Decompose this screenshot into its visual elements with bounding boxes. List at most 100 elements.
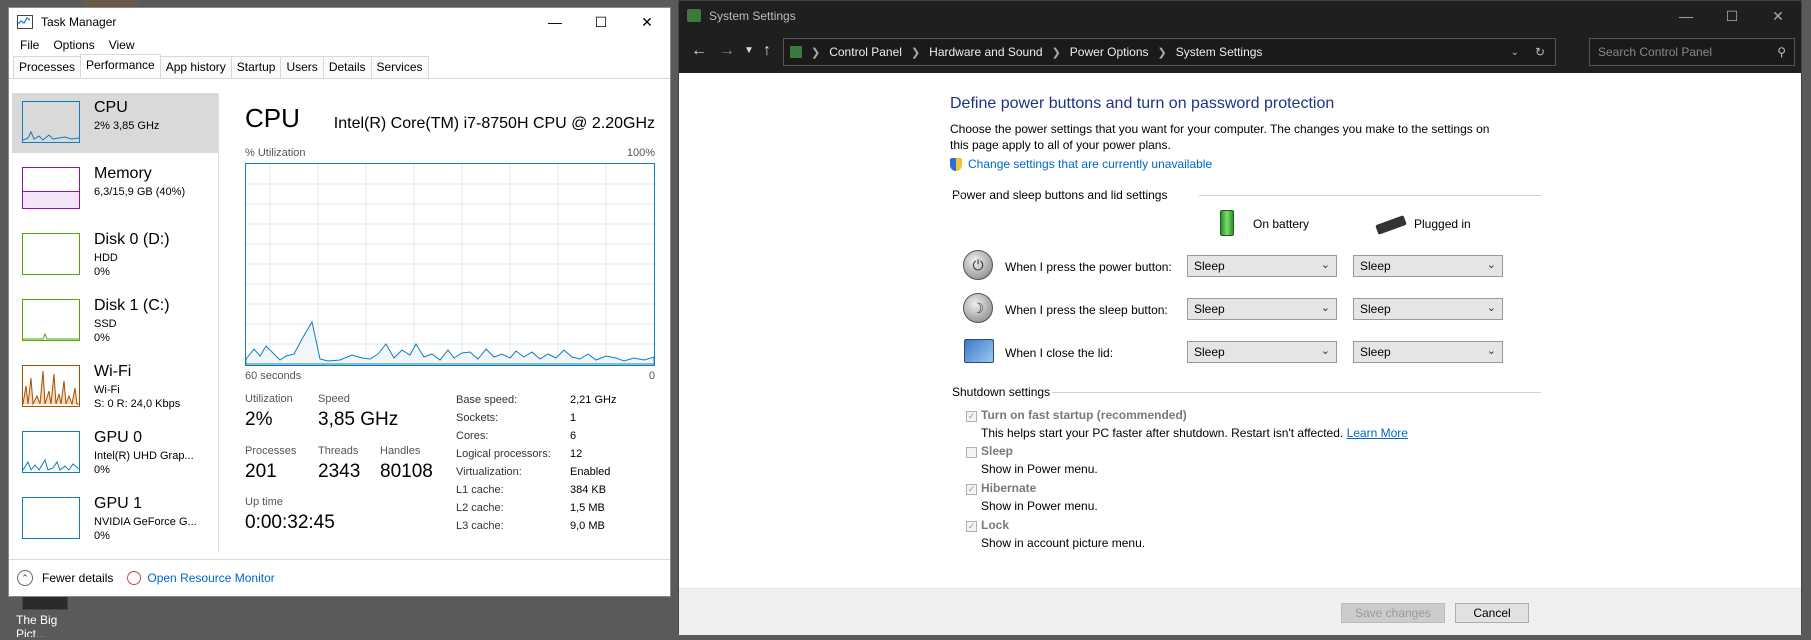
close-icon[interactable]: ✕ xyxy=(1755,1,1801,31)
menu-options[interactable]: Options xyxy=(46,36,101,56)
cancel-button[interactable]: Cancel xyxy=(1455,603,1529,623)
select-value: Sleep xyxy=(1360,345,1391,359)
fast-startup-label: Turn on fast startup (recommended) xyxy=(981,408,1187,422)
tab-services[interactable]: Services xyxy=(370,56,429,78)
processes-value: 201 xyxy=(245,461,277,482)
menu-view[interactable]: View xyxy=(102,36,142,56)
fast-startup-checkbox[interactable]: ✓ xyxy=(966,411,977,422)
breadcrumb-chevron-icon[interactable]: ❯ xyxy=(811,46,820,59)
resource-list: CPU 2% 3,85 GHz Memory 6,3/15,9 GB (40%)… xyxy=(12,93,218,555)
up-arrow-icon[interactable]: ↑ xyxy=(763,42,771,60)
breadcrumb-power-options[interactable]: Power Options xyxy=(1070,45,1149,59)
close-icon[interactable]: ✕ xyxy=(624,8,670,36)
chevron-up-icon[interactable]: ⌃ xyxy=(17,570,33,586)
tab-performance[interactable]: Performance xyxy=(80,54,161,78)
hibernate-checkbox[interactable]: ✓ xyxy=(966,484,977,495)
breadcrumb-hardware-and-sound[interactable]: Hardware and Sound xyxy=(929,45,1042,59)
save-changes-button[interactable]: Save changes xyxy=(1341,603,1445,623)
menu-file[interactable]: File xyxy=(13,36,46,56)
tm-menubar: File Options View xyxy=(9,36,670,56)
page-description: Choose the power settings that you want … xyxy=(950,122,1490,152)
resource-name: Memory xyxy=(94,165,152,182)
lock-checkbox[interactable]: ✓ xyxy=(966,521,977,532)
sleep-button-icon: ☽ xyxy=(963,293,993,323)
power-button-icon: ⏻ xyxy=(963,250,993,280)
task-manager-window: Task Manager — ☐ ✕ File Options View Pro… xyxy=(8,7,671,597)
chevron-down-icon: ⌄ xyxy=(1320,345,1330,357)
memory-sparkline xyxy=(22,167,80,209)
close-lid-plugged-select[interactable]: Sleep ⌄ xyxy=(1353,341,1503,363)
lock-option-label: Lock xyxy=(981,518,1010,532)
minimize-icon[interactable]: — xyxy=(1663,1,1709,31)
resource-detail-2: 0% xyxy=(94,266,110,278)
breadcrumb-system-settings[interactable]: System Settings xyxy=(1176,45,1263,59)
ss-titlebar[interactable]: System Settings — ☐ ✕ xyxy=(679,1,1801,31)
search-icon[interactable]: ⚲ xyxy=(1777,45,1786,59)
ss-navbar: ← → ▼ ↑ ❯ Control Panel ❯ Hardware and S… xyxy=(679,31,1801,73)
resource-gpu-0[interactable]: GPU 0 Intel(R) UHD Grap... 0% xyxy=(12,423,218,483)
open-resource-monitor-link[interactable]: Open Resource Monitor xyxy=(147,571,274,585)
detail-title: CPU xyxy=(245,103,300,133)
resource-name: Disk 0 (D:) xyxy=(94,231,170,248)
spec-key: Logical processors: xyxy=(456,448,551,460)
select-value: Sleep xyxy=(1360,302,1391,316)
pane-divider[interactable] xyxy=(218,93,219,553)
minimize-icon[interactable]: — xyxy=(532,8,578,36)
tab-details[interactable]: Details xyxy=(322,56,372,78)
back-arrow-icon[interactable]: ← xyxy=(691,42,707,60)
resource-cpu[interactable]: CPU 2% 3,85 GHz xyxy=(12,93,218,153)
disk0-sparkline xyxy=(22,233,80,275)
refresh-icon[interactable]: ↻ xyxy=(1535,45,1545,59)
maximize-icon[interactable]: ☐ xyxy=(1709,1,1755,31)
sleep-button-battery-select[interactable]: Sleep ⌄ xyxy=(1187,298,1337,320)
spec-key: Base speed: xyxy=(456,394,518,406)
tab-startup[interactable]: Startup xyxy=(230,56,282,78)
resource-detail-2: 0% xyxy=(94,332,110,344)
breadcrumb-chevron-icon[interactable]: ❯ xyxy=(1158,46,1167,59)
search-input[interactable]: Search Control Panel ⚲ xyxy=(1589,38,1795,66)
gpu0-sparkline xyxy=(22,431,80,473)
recent-dropdown-icon[interactable]: ▼ xyxy=(744,45,754,56)
breadcrumb-chevron-icon[interactable]: ❯ xyxy=(911,46,920,59)
spec-value: 2,21 GHz xyxy=(570,394,617,406)
maximize-icon[interactable]: ☐ xyxy=(578,8,624,36)
close-lid-battery-select[interactable]: Sleep ⌄ xyxy=(1187,341,1337,363)
tm-tabs: Processes Performance App history Startu… xyxy=(9,54,670,79)
power-button-plugged-select[interactable]: Sleep ⌄ xyxy=(1353,255,1503,277)
threads-label: Threads xyxy=(318,445,359,457)
sleep-button-plugged-select[interactable]: Sleep ⌄ xyxy=(1353,298,1503,320)
sleep-checkbox[interactable] xyxy=(966,447,977,458)
tab-processes[interactable]: Processes xyxy=(13,56,82,78)
resource-detail: Wi-Fi xyxy=(94,384,120,396)
forward-arrow-icon[interactable]: → xyxy=(719,42,735,60)
resource-disk-1[interactable]: Disk 1 (C:) SSD 0% xyxy=(12,291,218,351)
tab-app-history[interactable]: App history xyxy=(159,56,232,78)
uptime-value: 0:00:32:45 xyxy=(245,512,335,533)
tab-users[interactable]: Users xyxy=(280,56,324,78)
breadcrumb-chevron-icon[interactable]: ❯ xyxy=(1052,46,1061,59)
disk1-sparkline xyxy=(22,299,80,341)
resource-disk-0[interactable]: Disk 0 (D:) HDD 0% xyxy=(12,225,218,285)
learn-more-link[interactable]: Learn More xyxy=(1347,426,1408,440)
resource-wifi[interactable]: Wi-Fi Wi-Fi S: 0 R: 24,0 Kbps xyxy=(12,357,218,417)
change-settings-link[interactable]: Change settings that are currently unava… xyxy=(968,157,1212,171)
spec-key: L2 cache: xyxy=(456,502,504,514)
resource-gpu-1[interactable]: GPU 1 NVIDIA GeForce G... 0% xyxy=(12,489,218,549)
breadcrumb-control-panel[interactable]: Control Panel xyxy=(829,45,902,59)
speed-label: Speed xyxy=(318,393,350,405)
address-dropdown-icon[interactable]: ⌄ xyxy=(1511,47,1519,58)
tm-titlebar[interactable]: Task Manager — ☐ ✕ xyxy=(9,8,670,36)
select-value: Sleep xyxy=(1194,345,1225,359)
desktop-shortcut[interactable]: The Big Pict... xyxy=(16,590,72,640)
resource-memory[interactable]: Memory 6,3/15,9 GB (40%) xyxy=(12,159,218,219)
desktop-icon-top[interactable] xyxy=(84,0,138,7)
plugged-in-label: Plugged in xyxy=(1414,217,1471,231)
section-line-left xyxy=(952,194,962,195)
plug-icon xyxy=(1375,215,1407,235)
fewer-details-link[interactable]: Fewer details xyxy=(42,571,113,585)
change-settings-row: Change settings that are currently unava… xyxy=(950,157,1212,171)
resource-detail: SSD xyxy=(94,318,117,330)
power-button-battery-select[interactable]: Sleep ⌄ xyxy=(1187,255,1337,277)
address-bar[interactable]: ❯ Control Panel ❯ Hardware and Sound ❯ P… xyxy=(783,38,1556,66)
speed-value: 3,85 GHz xyxy=(318,409,399,430)
